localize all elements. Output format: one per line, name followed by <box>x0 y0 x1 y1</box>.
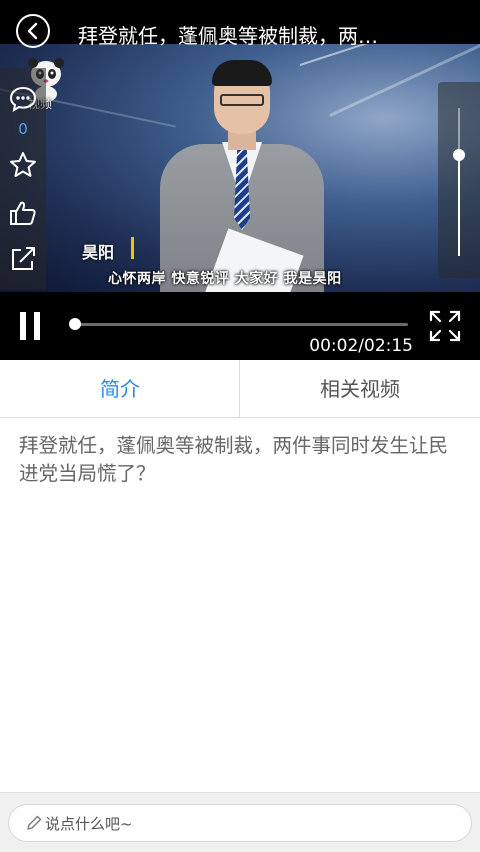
intro-panel: 拜登就任，蓬佩奥等被制裁，两件事同时发生让民进党当局慌了？ <box>0 418 480 792</box>
name-bar <box>131 237 134 259</box>
title-bar: 拜登就任，蓬佩奥等被制裁，两… <box>0 0 480 48</box>
pencil-icon <box>27 815 42 830</box>
side-action-panel: 0 <box>0 68 46 290</box>
intro-text: 拜登就任，蓬佩奥等被制裁，两件事同时发生让民进党当局慌了？ <box>19 434 449 485</box>
volume-slider[interactable] <box>438 82 480 278</box>
fullscreen-icon[interactable] <box>428 309 462 343</box>
comment-count: 0 <box>18 120 28 138</box>
comment-bar: 说点什么吧~ <box>0 792 480 852</box>
comment-placeholder: 说点什么吧~ <box>45 815 133 833</box>
volume-fill <box>458 155 460 256</box>
seek-knob[interactable] <box>69 318 82 330</box>
player-controls: 00:02/02:15 <box>0 292 480 360</box>
share-icon[interactable] <box>8 244 38 274</box>
pause-icon <box>20 312 26 340</box>
video-title: 拜登就任，蓬佩奥等被制裁，两… <box>78 24 378 48</box>
pause-button[interactable] <box>20 312 44 340</box>
video-caption: 心怀两岸 快意锐评 大家好 我是昊阳 <box>108 271 342 287</box>
tab-related-videos[interactable]: 相关视频 <box>240 360 480 418</box>
time-display: 00:02/02:15 <box>309 336 413 356</box>
back-button[interactable] <box>16 14 50 48</box>
comment-icon[interactable] <box>8 84 38 114</box>
star-icon[interactable] <box>8 150 38 180</box>
comment-input[interactable]: 说点什么吧~ <box>8 804 472 842</box>
volume-knob[interactable] <box>453 149 465 162</box>
video-player[interactable]: 昊阳 心怀两岸 快意锐评 大家好 我是昊阳 拜登就任，蓬佩奥等被制裁，两… 视频 <box>0 0 480 360</box>
seek-bar[interactable] <box>70 323 408 326</box>
tab-intro[interactable]: 简介 <box>0 360 240 418</box>
anchor-name: 昊阳 <box>82 243 115 262</box>
thumbs-up-icon[interactable] <box>8 198 38 228</box>
tab-bar: 简介 相关视频 <box>0 360 480 418</box>
chevron-left-icon <box>27 22 38 40</box>
video-frame[interactable]: 昊阳 心怀两岸 快意锐评 大家好 我是昊阳 <box>0 44 480 292</box>
